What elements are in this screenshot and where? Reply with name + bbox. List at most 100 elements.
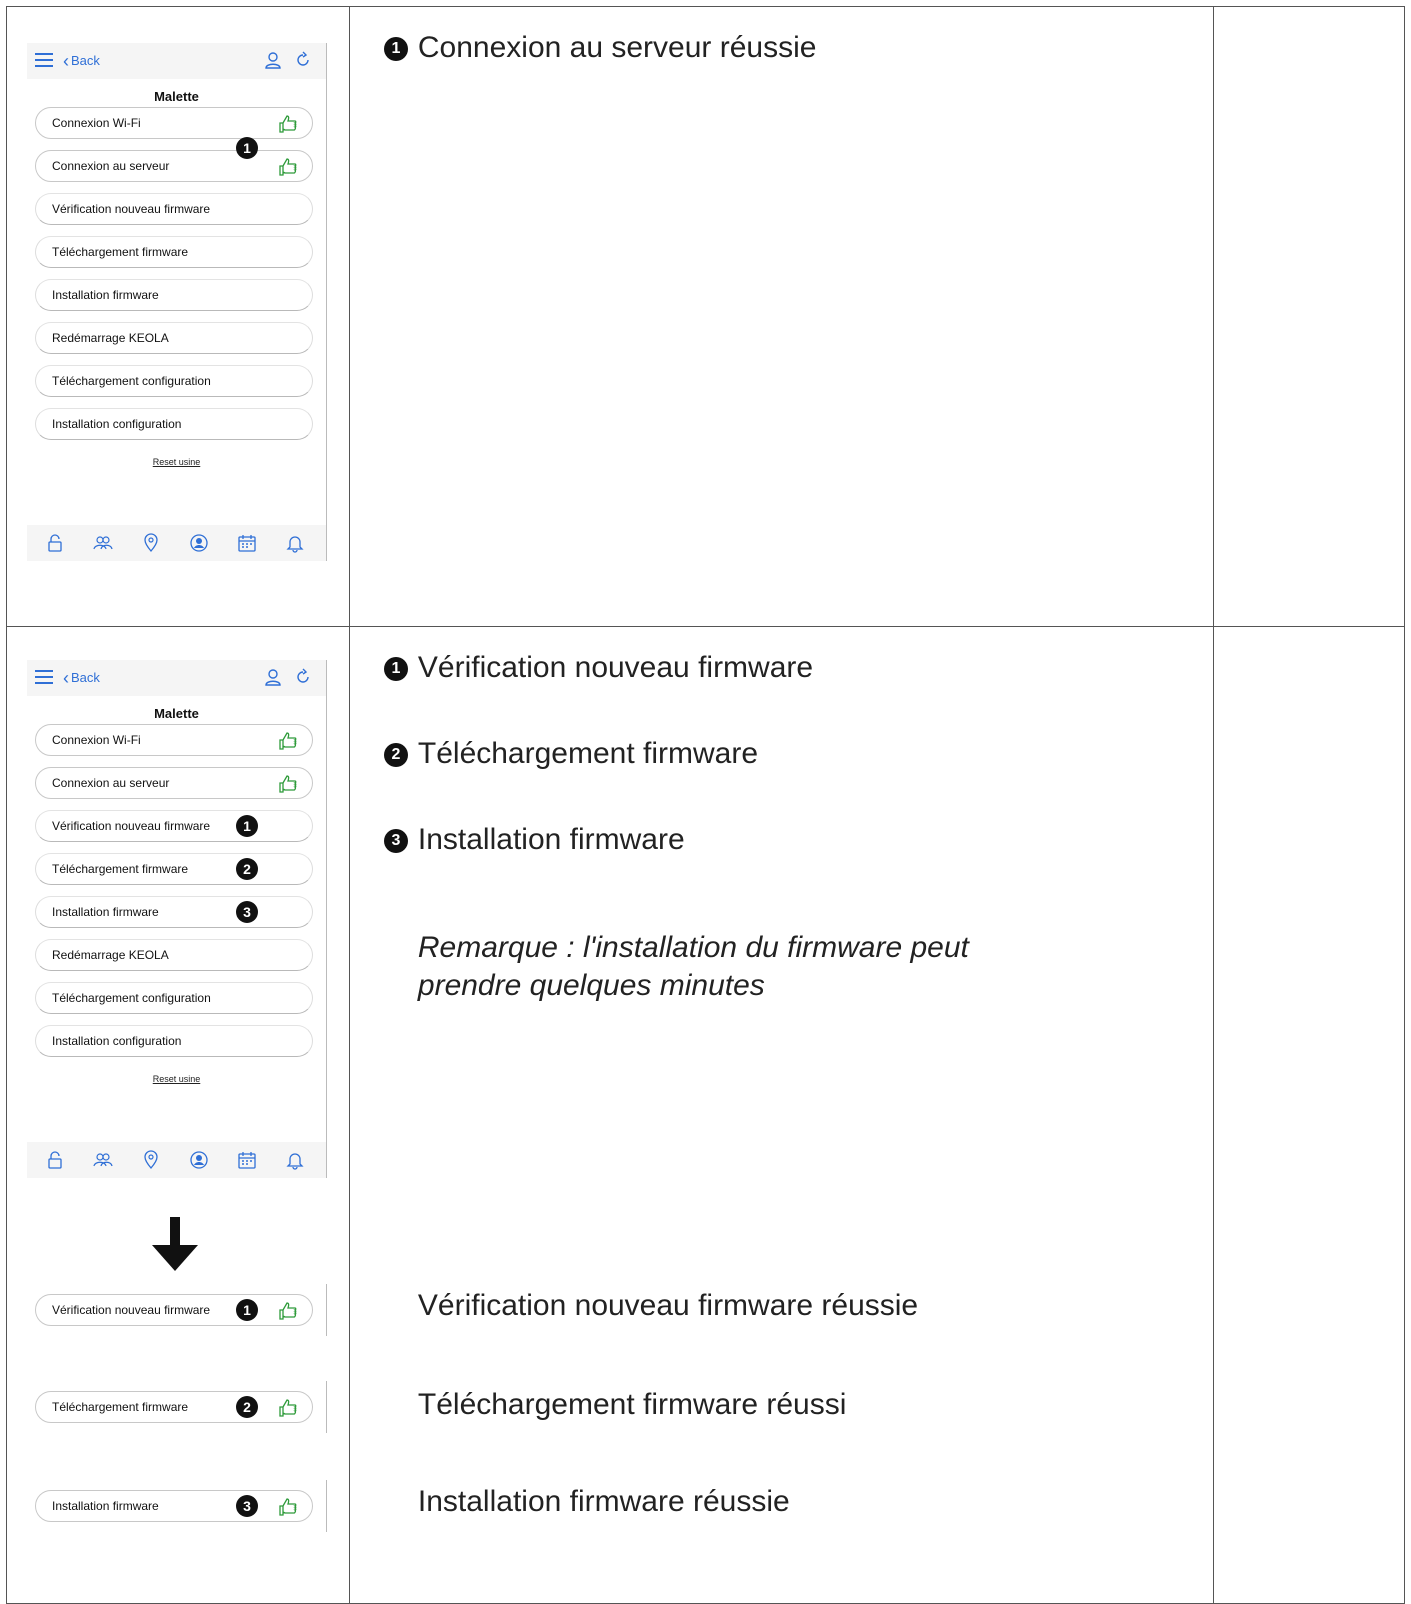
user-icon[interactable] xyxy=(264,668,282,686)
refresh-icon[interactable] xyxy=(294,668,312,686)
step-firmware-install[interactable]: Installation firmware 3 xyxy=(35,896,313,928)
step-firmware-check[interactable]: Vérification nouveau firmware xyxy=(35,193,313,225)
result-crop-1: Vérification nouveau firmware 1 xyxy=(27,1284,327,1336)
step-label: Redémarrage KEOLA xyxy=(52,331,169,345)
marker-1: 1 xyxy=(236,137,258,159)
bell-icon[interactable] xyxy=(285,1150,305,1170)
step-label: Connexion Wi-Fi xyxy=(52,116,141,130)
note-firmware-install: 3 Installation firmware xyxy=(383,823,685,857)
step-firmware-download[interactable]: Téléchargement firmware 2 xyxy=(35,853,313,885)
thumbs-up-icon xyxy=(279,115,297,133)
app-screenshot-2: ‹ Back Malette Connexion Wi-Fi Connexion … xyxy=(27,660,327,1178)
calendar-icon[interactable] xyxy=(237,1150,257,1170)
marker-2: 2 xyxy=(236,1396,258,1418)
location-icon[interactable] xyxy=(141,533,161,553)
step-label: Téléchargement firmware xyxy=(52,245,189,259)
marker-3: 3 xyxy=(236,901,258,923)
step-label: Vérification nouveau firmware xyxy=(52,819,211,833)
thumbs-up-icon xyxy=(279,732,297,750)
step-firmware-check[interactable]: Vérification nouveau firmware 1 xyxy=(35,810,313,842)
marker-1: 1 xyxy=(383,657,408,681)
users-icon[interactable] xyxy=(93,533,113,553)
step-server[interactable]: Connexion au serveur 1 xyxy=(35,137,313,182)
step-wifi[interactable]: Connexion Wi-Fi xyxy=(35,107,313,139)
chevron-left-icon: ‹ xyxy=(63,668,69,688)
step-label: Téléchargement configuration xyxy=(52,374,211,388)
step-label: Téléchargement configuration xyxy=(52,991,211,1005)
step-label: Vérification nouveau firmware xyxy=(52,1303,211,1317)
page-title: Malette xyxy=(154,89,199,104)
result-firmware-install: Installation firmware réussie xyxy=(417,1485,790,1518)
thumbs-up-icon xyxy=(279,158,297,176)
marker-2: 2 xyxy=(383,743,408,767)
step-label: Installation configuration xyxy=(52,1034,182,1048)
description-cell-1: 1 Connexion au serveur réussie xyxy=(348,6,1215,627)
location-icon[interactable] xyxy=(141,1150,161,1170)
users-icon[interactable] xyxy=(93,1150,113,1170)
step-label: Installation configuration xyxy=(52,417,182,431)
step-label: Installation firmware xyxy=(52,905,159,919)
remarks-cell-1 xyxy=(1213,6,1405,627)
page-title: Malette xyxy=(154,706,199,721)
thumbs-up-icon xyxy=(279,1399,297,1417)
step-config-download[interactable]: Téléchargement configuration xyxy=(35,365,313,397)
marker-1: 1 xyxy=(236,1299,258,1321)
step-firmware-install[interactable]: Installation firmware xyxy=(35,279,313,311)
lock-icon[interactable] xyxy=(45,1150,65,1170)
profile-icon[interactable] xyxy=(189,1150,209,1170)
step-label: Connexion au serveur xyxy=(52,776,170,790)
profile-icon[interactable] xyxy=(189,533,209,553)
step-server[interactable]: Connexion au serveur xyxy=(35,767,313,799)
step-label: Installation firmware xyxy=(52,1499,159,1513)
marker-2: 2 xyxy=(236,858,258,880)
step-restart[interactable]: Redémarrage KEOLA xyxy=(35,322,313,354)
menu-icon[interactable] xyxy=(35,53,53,67)
step-firmware-check[interactable]: Vérification nouveau firmware 1 xyxy=(35,1294,313,1326)
marker-1: 1 xyxy=(383,37,408,61)
description-cell-2: 1 Vérification nouveau firmware 2 Téléchar… xyxy=(348,626,1215,1604)
screenshot-cell-1: ‹ Back Malette Connexion Wi-Fi Connexion … xyxy=(6,6,350,627)
app-screenshot-1: ‹ Back Malette Connexion Wi-Fi Connexion … xyxy=(27,43,327,561)
note-server: 1 Connexion au serveur réussie xyxy=(383,31,816,65)
note-firmware-download: 2 Téléchargement firmware xyxy=(383,737,758,771)
chevron-left-icon: ‹ xyxy=(63,51,69,71)
thumbs-up-icon xyxy=(279,775,297,793)
nav-bar: ‹ Back xyxy=(27,43,326,79)
user-icon[interactable] xyxy=(264,51,282,69)
step-label: Vérification nouveau firmware xyxy=(52,202,211,216)
step-restart[interactable]: Redémarrage KEOLA xyxy=(35,939,313,971)
result-crop-3: Installation firmware 3 xyxy=(27,1480,327,1532)
step-label: Connexion au serveur xyxy=(52,159,170,173)
marker-3: 3 xyxy=(236,1495,258,1517)
bell-icon[interactable] xyxy=(285,533,305,553)
calendar-icon[interactable] xyxy=(237,533,257,553)
result-crop-2: Téléchargement firmware 2 xyxy=(27,1381,327,1433)
step-firmware-download[interactable]: Téléchargement firmware 2 xyxy=(35,1391,313,1423)
menu-icon[interactable] xyxy=(35,670,53,684)
refresh-icon[interactable] xyxy=(294,51,312,69)
step-config-install[interactable]: Installation configuration xyxy=(35,408,313,440)
remarks-cell-2 xyxy=(1213,626,1405,1604)
lock-icon[interactable] xyxy=(45,533,65,553)
nav-bar: ‹ Back xyxy=(27,660,326,696)
thumbs-up-icon xyxy=(279,1498,297,1516)
tab-bar xyxy=(27,525,326,561)
screenshot-cell-2: ‹ Back Malette Connexion Wi-Fi Connexion … xyxy=(6,626,350,1604)
step-label: Connexion Wi-Fi xyxy=(52,733,141,747)
back-button[interactable]: ‹ Back xyxy=(63,51,100,72)
back-button[interactable]: ‹ Back xyxy=(63,668,100,689)
step-config-download[interactable]: Téléchargement configuration xyxy=(35,982,313,1014)
arrow-down-icon xyxy=(152,1217,198,1271)
step-label: Téléchargement firmware xyxy=(52,1400,189,1414)
instruction-table: ‹ Back Malette Connexion Wi-Fi Connexion … xyxy=(6,6,1405,1604)
step-firmware-install[interactable]: Installation firmware 3 xyxy=(35,1490,313,1522)
step-config-install[interactable]: Installation configuration xyxy=(35,1025,313,1057)
step-wifi[interactable]: Connexion Wi-Fi xyxy=(35,724,313,756)
step-firmware-download[interactable]: Téléchargement firmware xyxy=(35,236,313,268)
remark-note: Remarque : l'installation du firmware pe… xyxy=(417,931,969,1002)
reset-link[interactable]: Reset usine xyxy=(27,457,326,467)
result-firmware-download: Téléchargement firmware réussi xyxy=(417,1388,847,1421)
step-label: Installation firmware xyxy=(52,288,159,302)
reset-link[interactable]: Reset usine xyxy=(27,1074,326,1084)
result-firmware-check: Vérification nouveau firmware réussie xyxy=(417,1289,919,1322)
